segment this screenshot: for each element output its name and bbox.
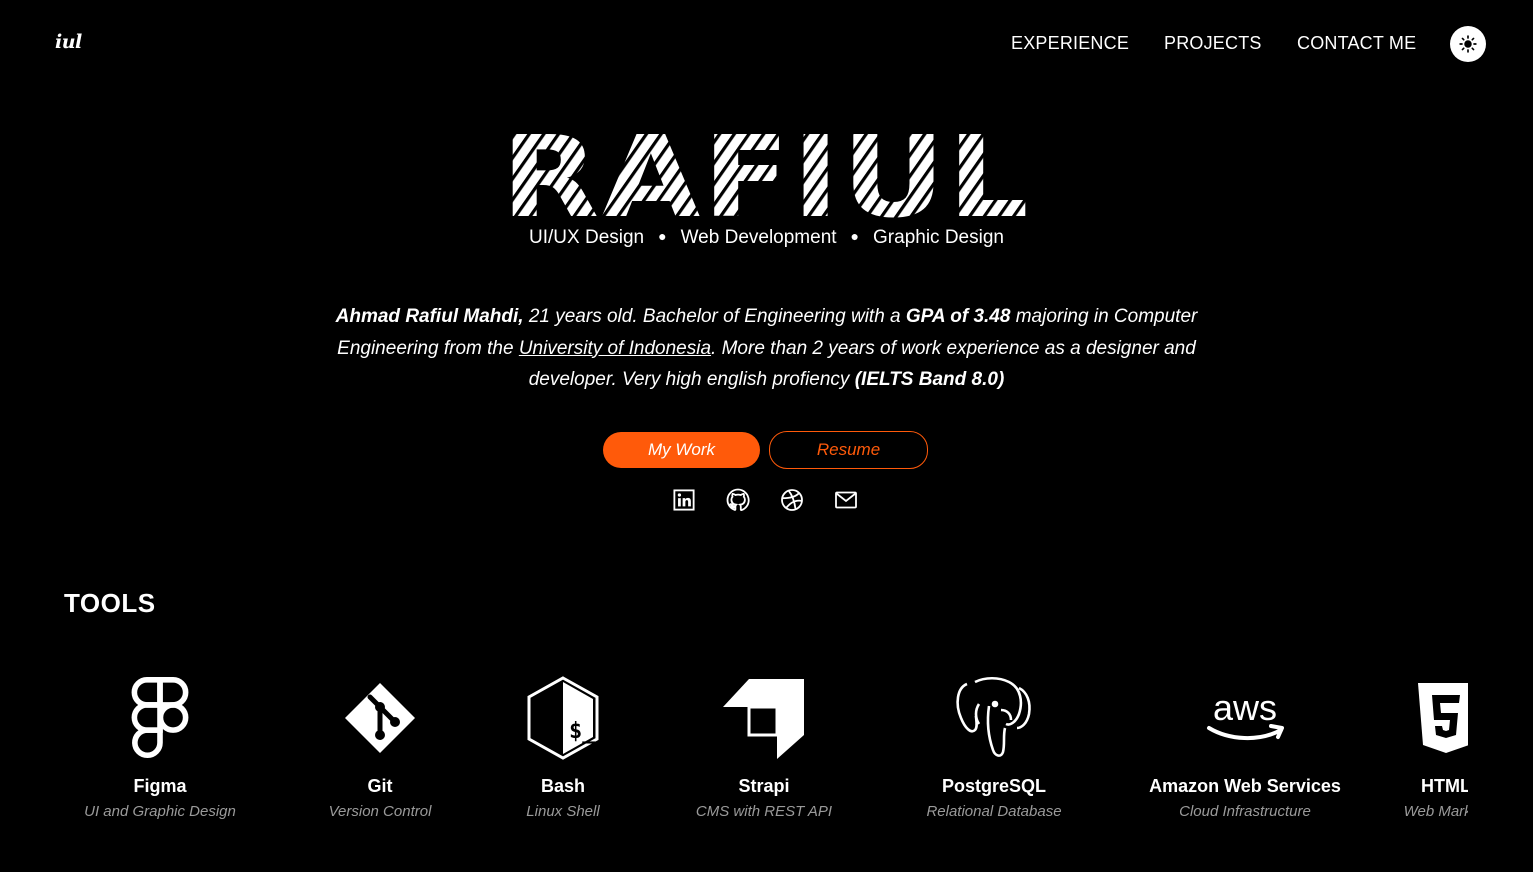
bio-name: Ahmad Rafiul Mahdi, <box>335 306 524 327</box>
github-link[interactable] <box>726 488 750 512</box>
resume-button[interactable]: Resume <box>769 431 928 469</box>
sun-icon <box>1459 35 1477 53</box>
tool-desc: Web Markup <box>1403 803 1468 820</box>
dribbble-icon <box>781 489 803 511</box>
linkedin-link[interactable] <box>672 488 696 512</box>
role-graphic: Graphic Design <box>873 227 1004 248</box>
nav-contact-me[interactable]: CONTACT ME <box>1297 33 1416 54</box>
git-icon <box>337 675 423 761</box>
bio-paragraph: Ahmad Rafiul Mahdi, 21 years old. Bachel… <box>320 301 1213 396</box>
nav-projects[interactable]: PROJECTS <box>1164 33 1262 54</box>
strapi-icon <box>721 675 807 761</box>
roles-row: UI/UX Design ● Web Development ● Graphic Des… <box>0 227 1533 249</box>
tool-card-strapi: Strapi CMS with REST API <box>634 650 894 820</box>
bio-ielts: (IELTS Band 8.0) <box>854 369 1005 390</box>
bash-icon: $_ <box>520 675 606 761</box>
tool-name: HTML <box>1421 776 1468 796</box>
tool-card-postgresql: PostgreSQL Relational Database <box>864 650 1124 820</box>
aws-icon: aws <box>1202 675 1288 761</box>
svg-text:$_: $_ <box>569 719 596 744</box>
my-work-button[interactable]: My Work <box>603 432 760 468</box>
github-icon <box>726 488 750 512</box>
postgresql-icon <box>951 675 1037 761</box>
bio-gpa: GPA of 3.48 <box>905 306 1011 327</box>
html5-icon <box>1403 675 1468 761</box>
tool-desc: CMS with REST API <box>695 803 833 820</box>
tool-card-html: HTML Web Markup <box>1316 650 1468 820</box>
tool-desc: Relational Database <box>926 803 1062 820</box>
figma-icon <box>117 675 203 761</box>
role-ui-ux: UI/UX Design <box>529 227 645 248</box>
tool-name: PostgreSQL <box>941 776 1047 796</box>
mail-icon <box>835 491 857 509</box>
dribbble-link[interactable] <box>780 488 804 512</box>
linkedin-icon <box>673 489 695 511</box>
tool-name: Strapi <box>738 776 790 796</box>
svg-text:aws: aws <box>1213 688 1277 728</box>
nav-experience[interactable]: EXPERIENCE <box>1011 33 1129 54</box>
hero-title-text: RAFIUL <box>501 134 1031 222</box>
theme-toggle-button[interactable] <box>1450 26 1486 62</box>
hero-title: RAFIUL <box>501 134 1031 222</box>
university-link[interactable]: University of Indonesia <box>519 338 711 359</box>
tools-carousel: Figma UI and Graphic Design Git Version … <box>64 650 1468 840</box>
separator-dot: ● <box>658 228 667 244</box>
main-nav: EXPERIENCE PROJECTS CONTACT ME <box>0 33 1533 55</box>
role-web-dev: Web Development <box>680 227 837 248</box>
email-link[interactable] <box>834 488 858 512</box>
separator-dot: ● <box>850 228 860 244</box>
tools-heading: TOOLS <box>64 588 156 618</box>
bio-text: 21 years old. Bachelor of Engineering wi… <box>523 306 906 327</box>
